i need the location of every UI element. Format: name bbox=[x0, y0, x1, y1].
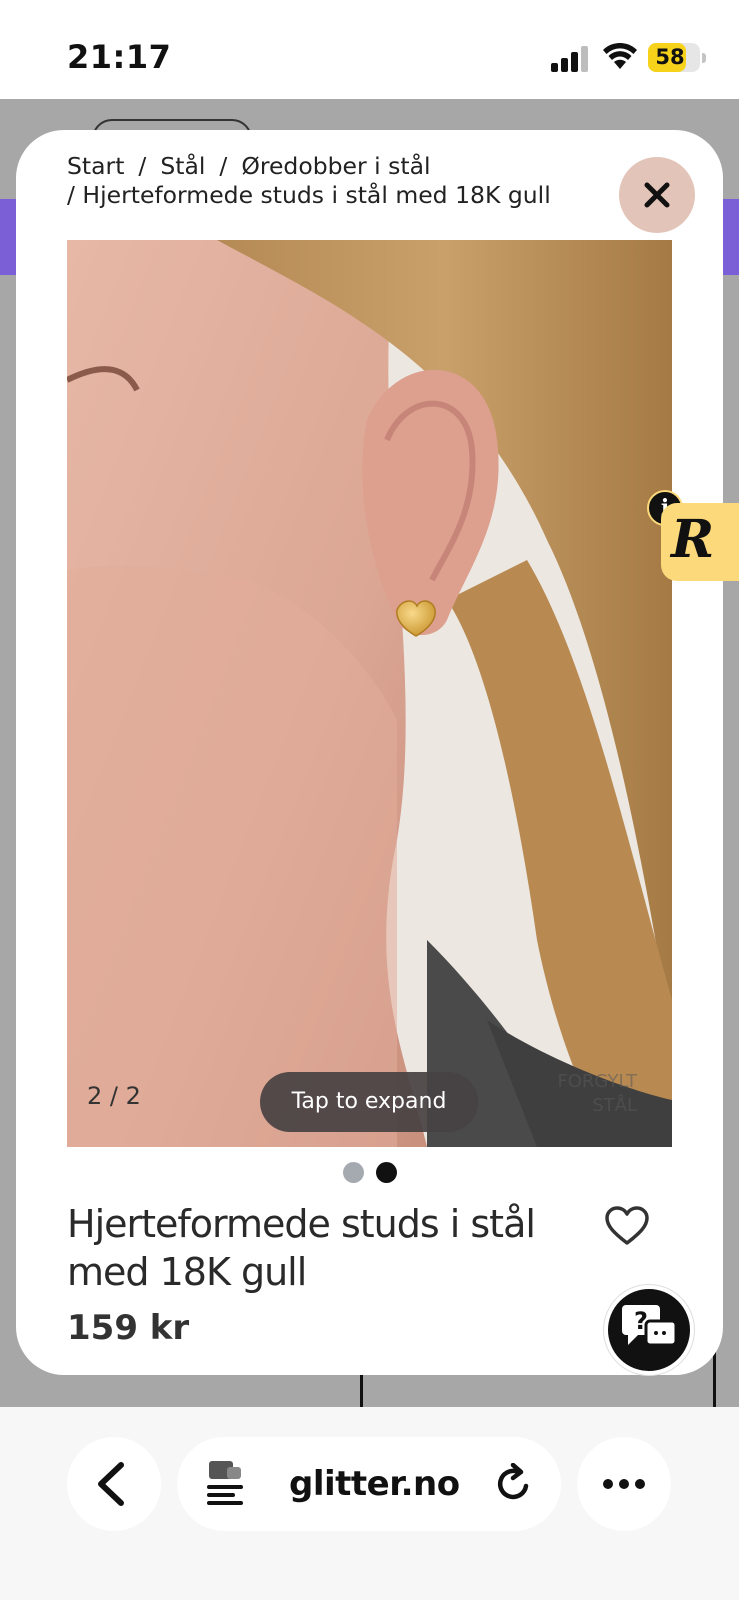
chevron-left-icon bbox=[98, 1462, 124, 1506]
watermark-line: FORGYLT bbox=[557, 1071, 637, 1092]
url-text: glitter.no bbox=[289, 1464, 460, 1504]
background-banner-right bbox=[723, 199, 739, 275]
cellular-signal-icon bbox=[551, 46, 591, 72]
product-price: 159 kr bbox=[67, 1308, 190, 1348]
address-bar[interactable]: glitter.no bbox=[177, 1437, 561, 1531]
product-title: Hjerteformede studs i stål med 18K gull bbox=[67, 1202, 536, 1294]
breadcrumb-link-start[interactable]: Start bbox=[67, 152, 124, 180]
more-options-button[interactable] bbox=[577, 1437, 671, 1531]
breadcrumb: Start / Stål / Øredobber i stål / Hjerteform… bbox=[67, 152, 607, 210]
gallery-counter: 2 / 2 bbox=[87, 1082, 141, 1110]
help-chat-button[interactable]: ? bbox=[604, 1285, 694, 1375]
breadcrumb-separator: / bbox=[138, 152, 147, 180]
product-image[interactable]: 2 / 2 Tap to expand FORGYLT STÅL bbox=[67, 240, 672, 1147]
background-divider bbox=[713, 1349, 716, 1407]
battery-icon: 58 bbox=[648, 43, 706, 72]
reviews-badge[interactable]: R bbox=[661, 503, 739, 581]
gallery-pagination bbox=[343, 1162, 403, 1184]
battery-level: 58 bbox=[655, 45, 685, 69]
wifi-icon bbox=[603, 42, 637, 69]
background-banner-left bbox=[0, 199, 16, 275]
breadcrumb-current: Hjerteformede studs i stål med 18K gull bbox=[82, 181, 551, 209]
reload-icon[interactable] bbox=[493, 1463, 535, 1505]
close-icon bbox=[644, 182, 670, 208]
status-time: 21:17 bbox=[67, 38, 172, 76]
tap-to-expand-button[interactable]: Tap to expand bbox=[260, 1072, 478, 1132]
breadcrumb-separator: / bbox=[67, 181, 75, 209]
close-button[interactable] bbox=[619, 157, 695, 233]
back-button[interactable] bbox=[67, 1437, 161, 1531]
model-ear-photo bbox=[67, 240, 672, 1147]
page-settings-icon bbox=[207, 1461, 243, 1505]
breadcrumb-link-steel[interactable]: Stål bbox=[160, 152, 205, 180]
image-watermark: FORGYLT STÅL bbox=[517, 1070, 637, 1118]
ellipsis-icon bbox=[603, 1479, 645, 1489]
watermark-line: STÅL bbox=[592, 1095, 637, 1116]
pagination-dot-active[interactable] bbox=[376, 1162, 397, 1183]
product-quickview-modal: Start / Stål / Øredobber i stål / Hjerteform… bbox=[16, 130, 723, 1375]
reviews-logo-letter: R bbox=[671, 509, 715, 570]
favorite-heart-icon[interactable] bbox=[604, 1205, 650, 1247]
pagination-dot[interactable] bbox=[343, 1162, 364, 1183]
breadcrumb-link-earrings[interactable]: Øredobber i stål bbox=[241, 152, 430, 180]
breadcrumb-separator: / bbox=[219, 152, 228, 180]
browser-toolbar: glitter.no bbox=[0, 1407, 739, 1600]
chat-help-icon: ? bbox=[622, 1305, 678, 1347]
status-bar: 21:17 58 bbox=[0, 0, 739, 99]
